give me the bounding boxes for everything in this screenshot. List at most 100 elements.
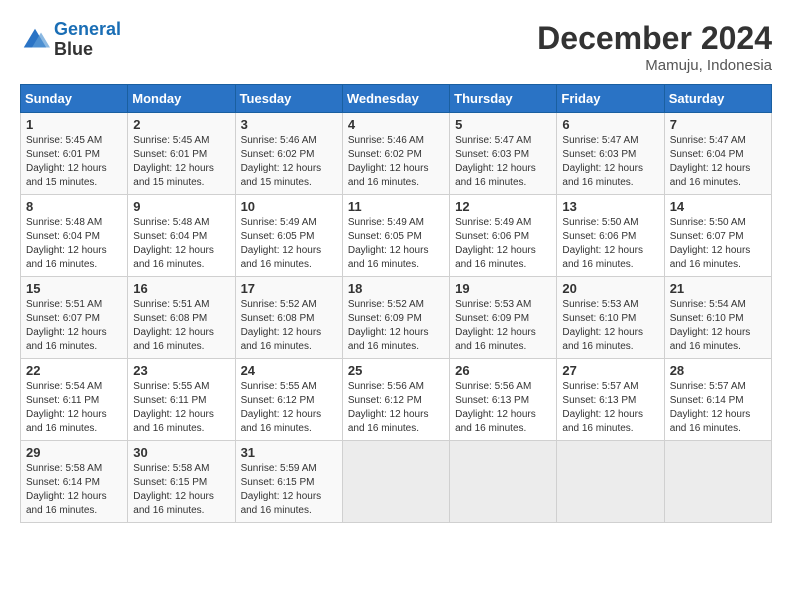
day-number: 11 — [348, 199, 444, 214]
col-sunday: Sunday — [21, 85, 128, 113]
day-info: Sunrise: 5:46 AMSunset: 6:02 PMDaylight:… — [241, 134, 337, 190]
calendar-day-cell: 29 Sunrise: 5:58 AMSunset: 6:14 PMDayligh… — [21, 441, 128, 523]
day-info: Sunrise: 5:58 AMSunset: 6:14 PMDaylight:… — [26, 462, 122, 518]
day-number: 9 — [133, 199, 229, 214]
day-number: 28 — [670, 363, 766, 378]
day-info: Sunrise: 5:49 AMSunset: 6:06 PMDaylight:… — [455, 216, 551, 272]
calendar-week-row: 22 Sunrise: 5:54 AMSunset: 6:11 PMDayligh… — [21, 359, 772, 441]
day-info: Sunrise: 5:45 AMSunset: 6:01 PMDaylight:… — [26, 134, 122, 190]
col-monday: Monday — [128, 85, 235, 113]
location: Mamuju, Indonesia — [537, 57, 772, 74]
calendar-day-cell: 26Sunrise: 5:56 AMSunset: 6:13 PMDayligh… — [450, 359, 557, 441]
day-info: Sunrise: 5:53 AMSunset: 6:09 PMDaylight:… — [455, 298, 551, 354]
calendar-day-cell: 6 Sunrise: 5:47 AMSunset: 6:03 PMDaylight… — [557, 113, 664, 195]
day-info: Sunrise: 5:57 AMSunset: 6:14 PMDaylight:… — [670, 380, 766, 436]
col-tuesday: Tuesday — [235, 85, 342, 113]
day-number: 25 — [348, 363, 444, 378]
calendar-day-cell: 21 Sunrise: 5:54 AMSunset: 6:10 PMDayligh… — [664, 277, 771, 359]
calendar-day-cell: 11 Sunrise: 5:49 AMSunset: 6:05 PMDayligh… — [342, 195, 449, 277]
day-info: Sunrise: 5:51 AMSunset: 6:08 PMDaylight:… — [133, 298, 229, 354]
calendar-day-cell: 22 Sunrise: 5:54 AMSunset: 6:11 PMDayligh… — [21, 359, 128, 441]
day-number: 19 — [455, 281, 551, 296]
day-number: 23 — [133, 363, 229, 378]
day-info: Sunrise: 5:50 AMSunset: 6:06 PMDaylight:… — [562, 216, 658, 272]
calendar-day-cell — [664, 441, 771, 523]
day-info: Sunrise: 5:58 AMSunset: 6:15 PMDaylight:… — [133, 462, 229, 518]
logo: General Blue — [20, 20, 121, 60]
col-friday: Friday — [557, 85, 664, 113]
calendar-week-row: 1Sunrise: 5:45 AMSunset: 6:01 PMDaylight… — [21, 113, 772, 195]
day-number: 14 — [670, 199, 766, 214]
logo-icon — [20, 25, 50, 55]
col-wednesday: Wednesday — [342, 85, 449, 113]
calendar-day-cell: 3 Sunrise: 5:46 AMSunset: 6:02 PMDaylight… — [235, 113, 342, 195]
day-info: Sunrise: 5:47 AMSunset: 6:04 PMDaylight:… — [670, 134, 766, 190]
day-number: 29 — [26, 445, 122, 460]
calendar-week-row: 15Sunrise: 5:51 AMSunset: 6:07 PMDayligh… — [21, 277, 772, 359]
calendar-day-cell: 27 Sunrise: 5:57 AMSunset: 6:13 PMDayligh… — [557, 359, 664, 441]
day-number: 12 — [455, 199, 551, 214]
day-number: 7 — [670, 117, 766, 132]
calendar-body: 1Sunrise: 5:45 AMSunset: 6:01 PMDaylight… — [21, 113, 772, 523]
day-info: Sunrise: 5:49 AMSunset: 6:05 PMDaylight:… — [348, 216, 444, 272]
calendar-day-cell — [450, 441, 557, 523]
calendar-day-cell — [342, 441, 449, 523]
day-number: 31 — [241, 445, 337, 460]
calendar-day-cell: 18Sunrise: 5:52 AMSunset: 6:09 PMDayligh… — [342, 277, 449, 359]
day-info: Sunrise: 5:55 AMSunset: 6:12 PMDaylight:… — [241, 380, 337, 436]
calendar-week-row: 8 Sunrise: 5:48 AMSunset: 6:04 PMDaylight… — [21, 195, 772, 277]
day-number: 16 — [133, 281, 229, 296]
day-info: Sunrise: 5:47 AMSunset: 6:03 PMDaylight:… — [562, 134, 658, 190]
day-number: 24 — [241, 363, 337, 378]
day-info: Sunrise: 5:48 AMSunset: 6:04 PMDaylight:… — [133, 216, 229, 272]
day-info: Sunrise: 5:51 AMSunset: 6:07 PMDaylight:… — [26, 298, 122, 354]
calendar-day-cell: 24 Sunrise: 5:55 AMSunset: 6:12 PMDayligh… — [235, 359, 342, 441]
day-info: Sunrise: 5:57 AMSunset: 6:13 PMDaylight:… — [562, 380, 658, 436]
calendar-day-cell: 13 Sunrise: 5:50 AMSunset: 6:06 PMDayligh… — [557, 195, 664, 277]
day-number: 6 — [562, 117, 658, 132]
day-number: 22 — [26, 363, 122, 378]
day-info: Sunrise: 5:53 AMSunset: 6:10 PMDaylight:… — [562, 298, 658, 354]
calendar-week-row: 29 Sunrise: 5:58 AMSunset: 6:14 PMDayligh… — [21, 441, 772, 523]
calendar-day-cell: 2 Sunrise: 5:45 AMSunset: 6:01 PMDaylight… — [128, 113, 235, 195]
day-info: Sunrise: 5:54 AMSunset: 6:10 PMDaylight:… — [670, 298, 766, 354]
day-info: Sunrise: 5:45 AMSunset: 6:01 PMDaylight:… — [133, 134, 229, 190]
calendar-day-cell: 10Sunrise: 5:49 AMSunset: 6:05 PMDayligh… — [235, 195, 342, 277]
calendar-day-cell: 20Sunrise: 5:53 AMSunset: 6:10 PMDayligh… — [557, 277, 664, 359]
logo-text: General Blue — [54, 20, 121, 60]
title-block: December 2024 Mamuju, Indonesia — [537, 20, 772, 74]
calendar-day-cell: 9 Sunrise: 5:48 AMSunset: 6:04 PMDaylight… — [128, 195, 235, 277]
calendar-day-cell: 19 Sunrise: 5:53 AMSunset: 6:09 PMDayligh… — [450, 277, 557, 359]
day-number: 30 — [133, 445, 229, 460]
day-info: Sunrise: 5:59 AMSunset: 6:15 PMDaylight:… — [241, 462, 337, 518]
calendar-table: Sunday Monday Tuesday Wednesday Thursday… — [20, 84, 772, 523]
calendar-day-cell: 30 Sunrise: 5:58 AMSunset: 6:15 PMDayligh… — [128, 441, 235, 523]
col-saturday: Saturday — [664, 85, 771, 113]
calendar-day-cell: 23Sunrise: 5:55 AMSunset: 6:11 PMDayligh… — [128, 359, 235, 441]
day-number: 17 — [241, 281, 337, 296]
calendar-day-cell: 25 Sunrise: 5:56 AMSunset: 6:12 PMDayligh… — [342, 359, 449, 441]
day-number: 2 — [133, 117, 229, 132]
day-number: 8 — [26, 199, 122, 214]
day-number: 13 — [562, 199, 658, 214]
day-info: Sunrise: 5:52 AMSunset: 6:09 PMDaylight:… — [348, 298, 444, 354]
calendar-day-cell: 1Sunrise: 5:45 AMSunset: 6:01 PMDaylight… — [21, 113, 128, 195]
day-info: Sunrise: 5:54 AMSunset: 6:11 PMDaylight:… — [26, 380, 122, 436]
calendar-day-cell: 8Sunrise: 5:48 AMSunset: 6:04 PMDaylight… — [21, 195, 128, 277]
day-number: 5 — [455, 117, 551, 132]
day-number: 10 — [241, 199, 337, 214]
calendar-day-cell: 14Sunrise: 5:50 AMSunset: 6:07 PMDayligh… — [664, 195, 771, 277]
calendar-header: Sunday Monday Tuesday Wednesday Thursday… — [21, 85, 772, 113]
day-number: 4 — [348, 117, 444, 132]
day-number: 3 — [241, 117, 337, 132]
day-number: 21 — [670, 281, 766, 296]
calendar-day-cell: 17Sunrise: 5:52 AMSunset: 6:08 PMDayligh… — [235, 277, 342, 359]
day-info: Sunrise: 5:47 AMSunset: 6:03 PMDaylight:… — [455, 134, 551, 190]
day-info: Sunrise: 5:56 AMSunset: 6:12 PMDaylight:… — [348, 380, 444, 436]
day-number: 26 — [455, 363, 551, 378]
calendar-day-cell: 5 Sunrise: 5:47 AMSunset: 6:03 PMDaylight… — [450, 113, 557, 195]
calendar-day-cell: 7 Sunrise: 5:47 AMSunset: 6:04 PMDaylight… — [664, 113, 771, 195]
page-header: General Blue December 2024 Mamuju, Indon… — [20, 20, 772, 74]
col-thursday: Thursday — [450, 85, 557, 113]
day-number: 27 — [562, 363, 658, 378]
